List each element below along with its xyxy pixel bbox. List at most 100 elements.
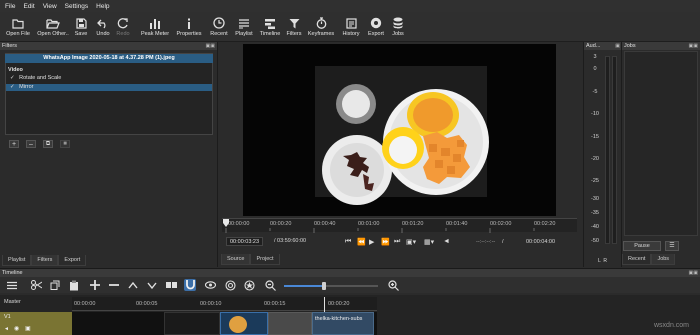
append-icon[interactable] [89,279,101,291]
stopwatch-icon [316,12,327,29]
open-file-button[interactable]: Open File [4,12,32,42]
menu-help[interactable]: Help [96,3,109,10]
zoom-slider-handle[interactable] [322,282,326,290]
paste-icon[interactable] [68,279,80,291]
tab-export[interactable]: Export [58,255,87,266]
clip-thumbnail [229,316,247,333]
panel-float-close-icon[interactable]: ▣ [615,42,620,50]
history-label: History [342,31,360,37]
copy-filters-button[interactable]: ⧉ [43,140,53,148]
grid-icon[interactable]: ▦▾ [424,238,434,246]
track-header-v1[interactable]: V1 ◄ ◉ ▣ [0,312,72,335]
zoom-in-icon[interactable] [387,279,399,291]
tab-filters[interactable]: Filters [31,255,59,266]
keyframes-button[interactable]: Keyframes [306,12,336,42]
db-label: -5 [592,89,598,95]
fast-forward-icon[interactable]: ⏩ [381,238,390,246]
master-track-label: Master [4,299,21,305]
ruler-label: 00:00:15 [264,301,286,307]
jobs-list [624,51,698,236]
ripple-icon[interactable] [224,279,236,291]
properties-button[interactable]: Properties [175,12,203,42]
volume-icon[interactable]: ◄ [443,238,450,245]
ripple-all-icon[interactable] [243,279,255,291]
mute-icon[interactable]: ◄ [4,326,9,332]
timeline-ruler[interactable]: 00:00:00 00:00:05 00:00:10 00:00:15 00:0… [72,297,377,311]
open-other-button[interactable]: Open Other.. [36,12,70,42]
export-button[interactable]: Export [365,12,387,42]
hide-eye-icon[interactable]: ◉ [14,325,19,332]
play-icon[interactable]: ▶ [369,238,374,246]
recent-button[interactable]: Recent [207,12,231,42]
clip-label: thelka-kitchen-subs [315,316,363,322]
current-timecode-field[interactable]: 00:00:03:23 [226,237,264,246]
menu-view[interactable]: View [43,3,57,10]
filter-icon [289,12,300,29]
jobs-label: Jobs [392,31,404,37]
menu-settings[interactable]: Settings [65,3,89,10]
menu-edit[interactable]: Edit [23,3,34,10]
viewer-time-ruler[interactable]: 00:00:00 00:00:20 00:00:40 00:01:00 00:0… [222,218,577,233]
history-button[interactable]: History [339,12,363,42]
split-icon[interactable] [165,279,177,291]
skip-to-end-icon[interactable]: ⏭ [394,238,400,246]
peak-meter-button[interactable]: Peak Meter [140,12,170,42]
db-label: -40 [591,224,599,230]
copy-icon: ⧉ [45,140,51,147]
check-icon[interactable]: ✓ [10,84,15,90]
timeline-clip[interactable]: thelka-kitchen-subs [312,312,374,335]
left-panel-tabs: Playlist Filters Export [2,255,87,266]
tab-jobs[interactable]: Jobs [651,254,676,265]
copy-icon[interactable] [49,279,61,291]
tab-recent[interactable]: Recent [622,254,652,265]
zoom-icon[interactable]: ▣▾ [406,238,416,246]
timeline-menu-icon[interactable] [6,279,18,291]
overwrite-icon[interactable] [146,279,158,291]
paste-filters-button[interactable]: ■ [60,140,70,148]
undo-button[interactable]: Undo [95,12,111,42]
tab-source[interactable]: Source [221,254,251,265]
jobs-menu-icon[interactable]: ☰ [665,241,679,251]
timeline-button[interactable]: Timeline [258,12,282,42]
rewind-icon[interactable]: ⏪ [357,238,366,246]
check-icon[interactable]: ✓ [10,75,15,81]
filter-item-rotate-scale[interactable]: ✓ Rotate and Scale [10,75,61,81]
save-button[interactable]: Save [72,12,90,42]
peak-meter-icon [149,12,161,29]
timeline-clip[interactable] [220,312,268,335]
redo-button[interactable]: Redo [115,12,131,42]
timeline-clip[interactable] [164,312,220,335]
db-label: -50 [591,238,599,244]
audio-panel-title: Aud... [586,43,601,49]
tab-project[interactable]: Project [250,254,280,265]
jobs-button[interactable]: Jobs [389,12,407,42]
lift-icon[interactable] [127,279,139,291]
menu-file[interactable]: File [5,3,15,10]
video-preview[interactable] [243,44,556,216]
filter-item-mirror-content[interactable]: ✓ Mirror [10,84,34,90]
cut-icon[interactable] [30,279,42,291]
playlist-button[interactable]: Playlist [233,12,255,42]
remove-filter-button[interactable]: – [26,140,36,148]
timeline-panel-header: Timeline ▣▣ [0,269,700,277]
filter-item-mirror[interactable] [6,84,212,91]
db-label: 0 [593,66,597,72]
pause-jobs-button[interactable]: Pause [623,241,661,251]
playhead-icon[interactable] [223,219,229,227]
scrub-icon[interactable] [204,279,216,291]
db-label: -10 [591,111,599,117]
tab-playlist[interactable]: Playlist [2,255,32,266]
snap-icon[interactable] [184,279,196,291]
zoom-out-icon[interactable] [264,279,276,291]
duration-text: / 03:59:60:00 [274,238,307,244]
lock-icon[interactable]: ▣ [25,325,31,332]
add-filter-button[interactable]: + [9,140,19,148]
db-label: -25 [591,178,599,184]
ripple-delete-icon[interactable] [108,279,120,291]
panel-float-close-icon[interactable]: ▣▣ [689,42,698,50]
panel-float-close-icon[interactable]: ▣▣ [689,269,698,277]
timeline-clip[interactable] [268,312,312,335]
skip-to-start-icon[interactable]: ⏮ [345,238,351,246]
panel-float-close-icon[interactable]: ▣▣ [206,42,215,50]
filters-button[interactable]: Filters [284,12,304,42]
